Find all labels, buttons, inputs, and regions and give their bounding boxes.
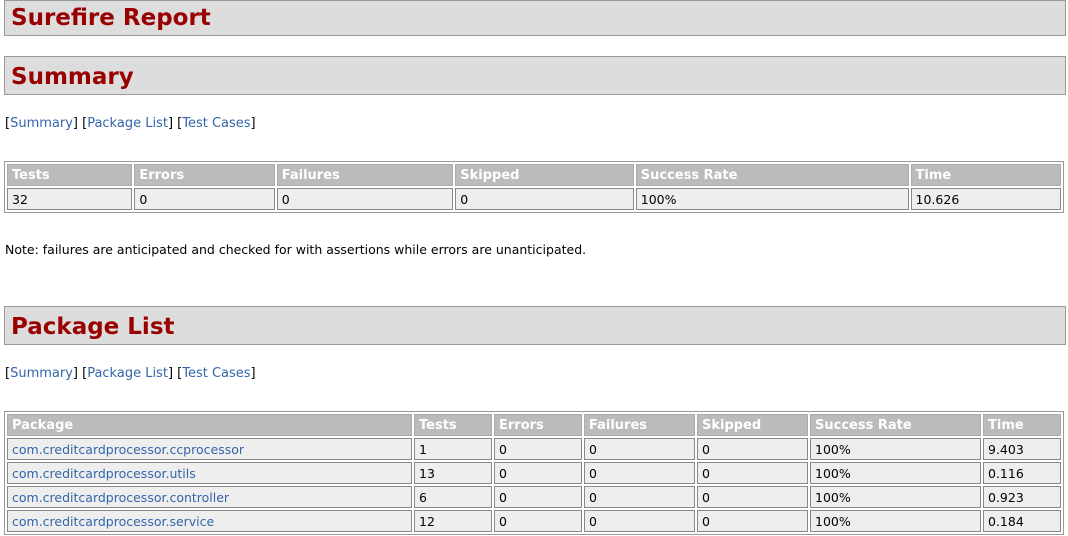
column-header: Time <box>983 414 1061 436</box>
test-cases-link[interactable]: Test Cases <box>182 116 250 131</box>
section-nav: [Summary] [Package List] [Test Cases] <box>5 366 256 381</box>
table-cell: 0 <box>697 486 808 508</box>
package-cell: com.creditcardprocessor.ccprocessor <box>7 438 412 460</box>
package-link[interactable]: com.creditcardprocessor.service <box>12 514 214 529</box>
note-text: Note: failures are anticipated and check… <box>5 242 587 257</box>
test-cases-link[interactable]: Test Cases <box>182 366 250 381</box>
package-cell: com.creditcardprocessor.utils <box>7 462 412 484</box>
column-header: Errors <box>134 164 275 186</box>
table-cell: 0 <box>494 438 582 460</box>
table-cell: 0 <box>584 486 695 508</box>
table-cell: 0.116 <box>983 462 1061 484</box>
table-cell: 32 <box>7 188 133 210</box>
report-title: Surefire Report <box>4 0 1066 36</box>
table-cell: 0 <box>584 510 695 532</box>
table-cell: 100% <box>810 438 981 460</box>
table-cell: 0 <box>697 510 808 532</box>
section-nav: [Summary] [Package List] [Test Cases] <box>5 116 256 131</box>
package-list-heading: Package List <box>4 306 1066 345</box>
table-cell: 12 <box>414 510 492 532</box>
package-list-link[interactable]: Package List <box>87 116 168 131</box>
column-header: Tests <box>414 414 492 436</box>
table-cell: 0 <box>134 188 275 210</box>
table-cell: 0 <box>697 438 808 460</box>
table-cell: 0 <box>697 462 808 484</box>
column-header: Time <box>910 164 1061 186</box>
summary-heading: Summary <box>4 56 1066 95</box>
table-cell: 0.923 <box>983 486 1061 508</box>
table-cell: 0 <box>584 462 695 484</box>
column-header: Skipped <box>455 164 634 186</box>
package-link[interactable]: com.creditcardprocessor.utils <box>12 466 196 481</box>
column-header: Success Rate <box>810 414 981 436</box>
table-cell: 0 <box>276 188 454 210</box>
package-header-row: Package Tests Errors Failures Skipped Su… <box>7 414 1061 436</box>
table-cell: 10.626 <box>910 188 1061 210</box>
package-list-link[interactable]: Package List <box>87 366 168 381</box>
column-header: Failures <box>276 164 454 186</box>
table-cell: 13 <box>414 462 492 484</box>
table-cell: 1 <box>414 438 492 460</box>
table-row: com.creditcardprocessor.ccprocessor 1 0 … <box>7 438 1061 460</box>
table-cell: 0 <box>494 462 582 484</box>
column-header: Failures <box>584 414 695 436</box>
package-cell: com.creditcardprocessor.service <box>7 510 412 532</box>
package-link[interactable]: com.creditcardprocessor.controller <box>12 490 229 505</box>
table-cell: 100% <box>810 462 981 484</box>
package-table: Package Tests Errors Failures Skipped Su… <box>4 411 1064 535</box>
summary-link[interactable]: Summary <box>10 116 73 131</box>
package-cell: com.creditcardprocessor.controller <box>7 486 412 508</box>
table-cell: 0 <box>455 188 634 210</box>
table-cell: 0 <box>584 438 695 460</box>
table-cell: 100% <box>810 510 981 532</box>
table-row: com.creditcardprocessor.controller 6 0 0… <box>7 486 1061 508</box>
summary-header-row: Tests Errors Failures Skipped Success Ra… <box>7 164 1061 186</box>
table-cell: 0.184 <box>983 510 1061 532</box>
table-cell: 100% <box>635 188 909 210</box>
column-header: Success Rate <box>635 164 909 186</box>
table-row: com.creditcardprocessor.utils 13 0 0 0 1… <box>7 462 1061 484</box>
summary-link[interactable]: Summary <box>10 366 73 381</box>
table-cell: 9.403 <box>983 438 1061 460</box>
table-row: com.creditcardprocessor.service 12 0 0 0… <box>7 510 1061 532</box>
column-header: Errors <box>494 414 582 436</box>
table-cell: 0 <box>494 510 582 532</box>
table-cell: 0 <box>494 486 582 508</box>
column-header: Tests <box>7 164 133 186</box>
table-cell: 100% <box>810 486 981 508</box>
column-header: Skipped <box>697 414 808 436</box>
package-link[interactable]: com.creditcardprocessor.ccprocessor <box>12 442 244 457</box>
summary-row: 32 0 0 0 100% 10.626 <box>7 188 1061 210</box>
table-cell: 6 <box>414 486 492 508</box>
summary-table: Tests Errors Failures Skipped Success Ra… <box>4 161 1064 213</box>
column-header: Package <box>7 414 412 436</box>
